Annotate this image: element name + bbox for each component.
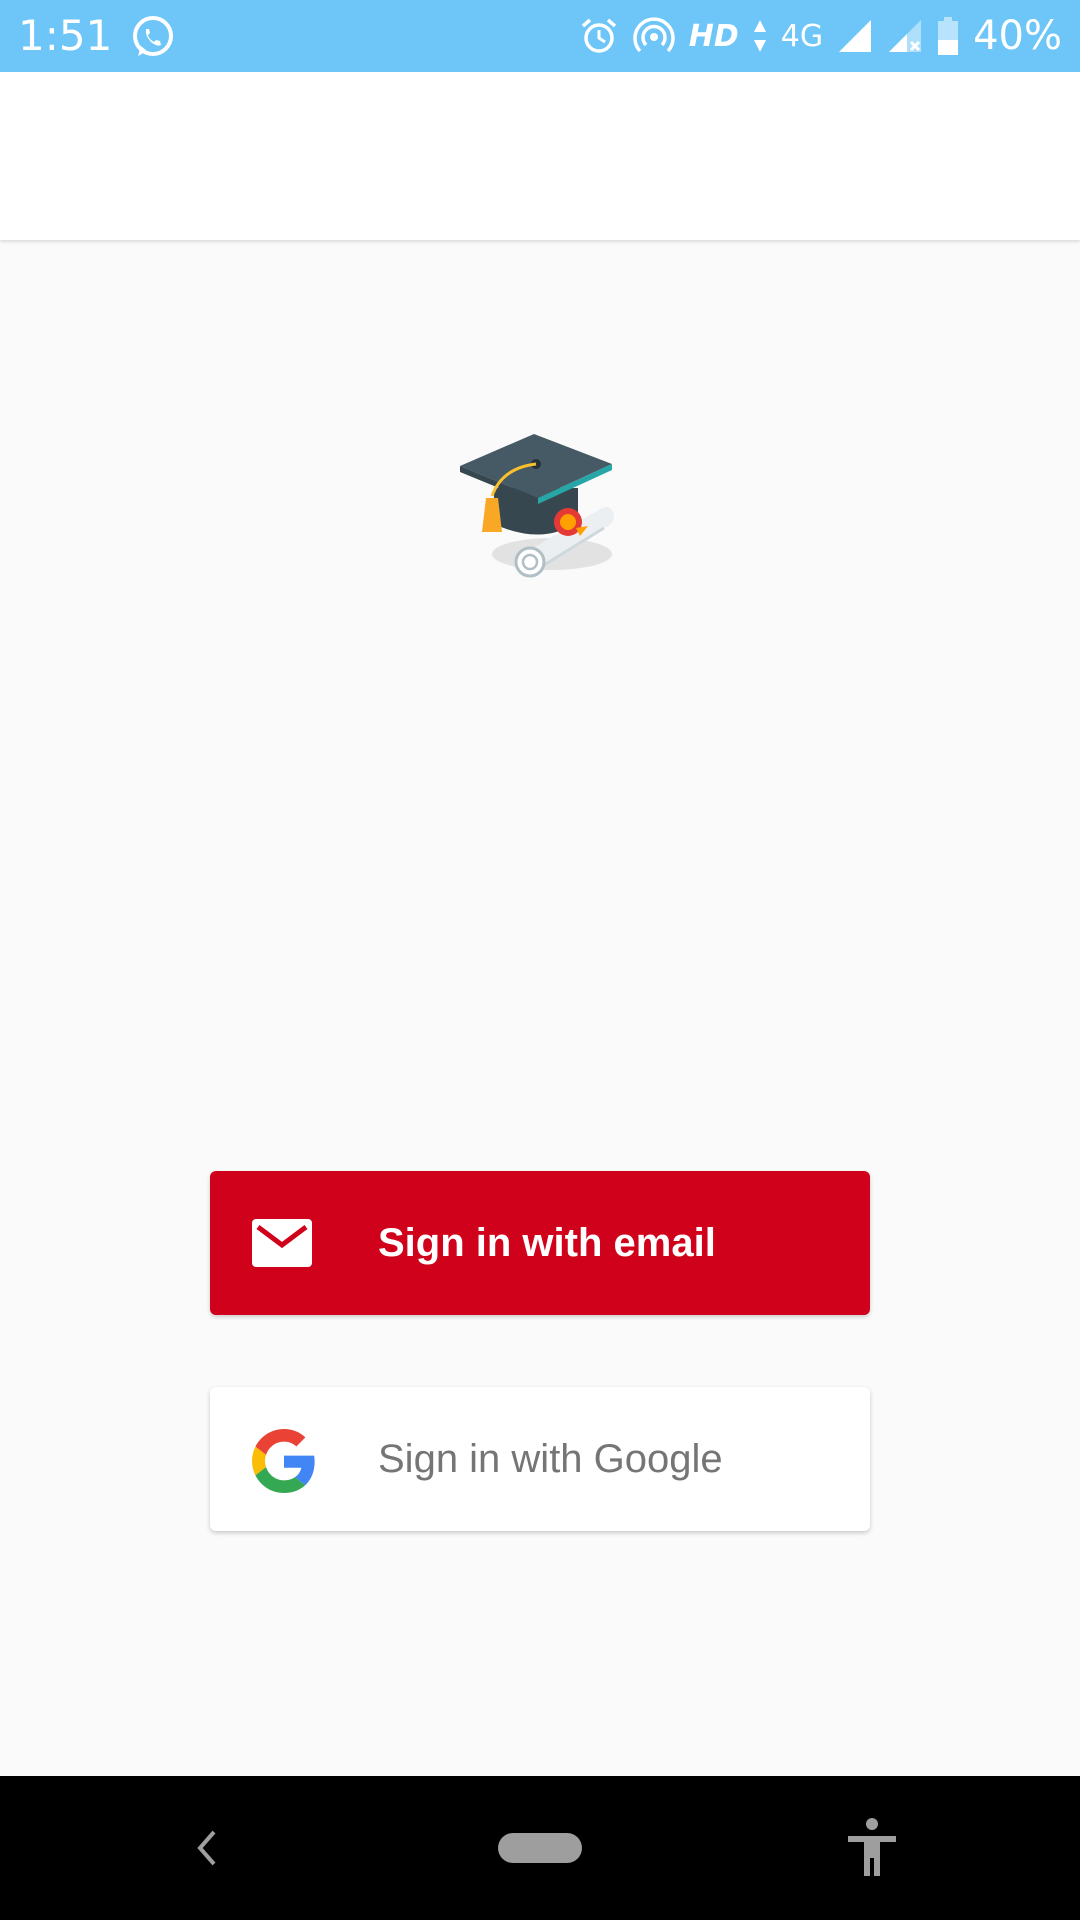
screen: 1:51 HD 4G 40% Sign in with email Sign i… [0,0,1080,1920]
app-toolbar [0,72,1080,240]
system-nav-bar [0,1776,1080,1920]
signal-icon [837,16,873,56]
status-time: 1:51 [18,11,113,60]
graduation-cap-diploma-icon [452,424,628,584]
status-icons: HD 4G 40% [579,10,1062,62]
google-g-icon [252,1429,315,1493]
hotspot-icon [632,16,675,56]
status-bar: 1:51 HD 4G 40% [0,0,1080,72]
sign-in-email-button[interactable]: Sign in with email [210,1171,870,1315]
network-type-label: 4G [780,18,824,54]
sign-in-email-label: Sign in with email [378,1221,716,1265]
back-icon[interactable] [186,1824,226,1872]
sign-in-google-button[interactable]: Sign in with Google [210,1387,870,1531]
data-arrows-icon [753,16,767,56]
home-pill-icon[interactable] [498,1833,582,1863]
alarm-icon [579,16,619,56]
whatsapp-icon [130,14,176,60]
battery-icon [937,16,959,56]
envelope-icon [252,1213,312,1273]
sign-in-google-label: Sign in with Google [378,1437,723,1481]
accessibility-icon[interactable] [846,1818,898,1878]
hd-label: HD [688,18,739,54]
signal-no-sim-icon [887,16,923,56]
battery-percent: 40% [973,13,1062,59]
